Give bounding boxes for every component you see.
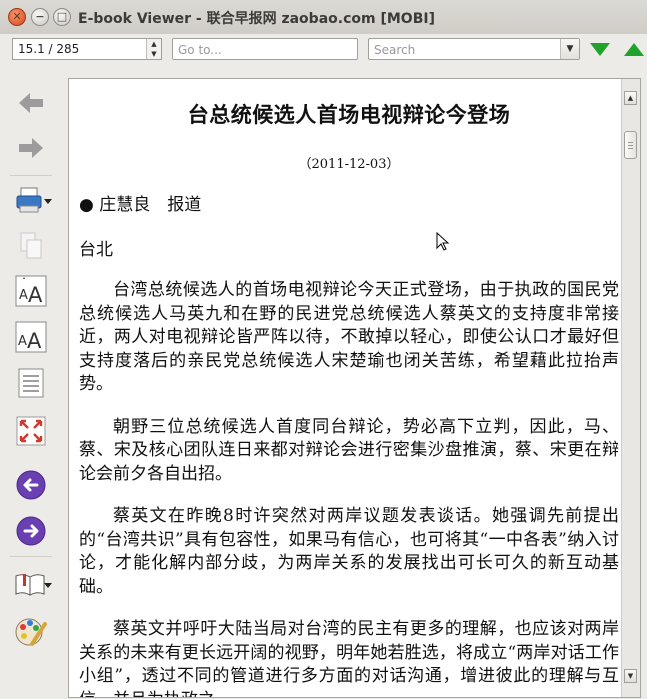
minimize-window-button[interactable]: −	[31, 8, 49, 26]
spin-down-button[interactable]: ▼	[147, 49, 161, 59]
window-title: E-book Viewer - 联合早报网 zaobao.com [MOBI]	[78, 11, 435, 27]
copy-icon	[20, 232, 42, 259]
article-paragraph: 台湾总统候选人的首场电视辩论今天正式登场，由于执政的国民党总统候选人马英九和在野…	[79, 280, 619, 394]
article-byline: ● 庄慧良 报道	[79, 195, 202, 215]
maximize-icon: □	[56, 10, 68, 23]
position-spinbox[interactable]: 15.1 / 285 ▲ ▼	[12, 38, 162, 60]
forward-button[interactable]	[10, 129, 52, 167]
spinbox-arrows: ▲ ▼	[146, 39, 161, 59]
toc-icon	[18, 368, 44, 398]
sidebar-separator	[10, 175, 52, 176]
search-dropdown-button[interactable]: ▼	[560, 39, 579, 59]
close-icon: ✕	[12, 10, 22, 23]
book-page: 台总统候选人首场电视辩论今登场 （2011-12-03） ● 庄慧良 报道 台北…	[79, 89, 619, 697]
copy-button[interactable]	[10, 227, 52, 265]
font-smaller-icon: A A	[15, 321, 47, 353]
find-previous-icon[interactable]	[624, 43, 644, 56]
svg-text:A: A	[28, 283, 43, 307]
font-larger-icon: A A	[15, 275, 47, 307]
preferences-button[interactable]	[10, 612, 52, 650]
back-icon	[19, 93, 43, 113]
previous-page-icon	[16, 470, 46, 500]
next-page-icon	[16, 516, 46, 546]
goto-input[interactable]	[173, 40, 339, 60]
next-page-button[interactable]	[10, 512, 52, 550]
svg-text:A: A	[27, 329, 42, 353]
scrollbar-thumb[interactable]	[624, 131, 637, 159]
search-input[interactable]	[369, 40, 558, 60]
font-smaller-button[interactable]: A A	[10, 318, 52, 356]
goto-field[interactable]	[172, 38, 358, 60]
article-dateline: 台北	[79, 240, 113, 260]
previous-page-button[interactable]	[10, 466, 52, 504]
article-title: 台总统候选人首场电视辩论今登场	[187, 102, 511, 127]
book-viewer[interactable]: 台总统候选人首场电视辩论今登场 （2011-12-03） ● 庄慧良 报道 台北…	[68, 78, 641, 698]
article-paragraph: 朝野三位总统候选人首度同台辩论，势必高下立判，因此，马、蔡、宋及核心团队连日来都…	[79, 416, 619, 484]
svg-text:A: A	[19, 288, 28, 303]
preferences-icon	[15, 618, 47, 646]
bookmarks-dropdown-caret[interactable]	[44, 583, 52, 588]
table-of-contents-button[interactable]	[10, 364, 52, 402]
scroll-up-button[interactable]: ▲	[624, 91, 637, 105]
title-bar: ✕ − □ E-book Viewer - 联合早报网 zaobao.com […	[0, 0, 647, 35]
position-value[interactable]: 15.1 / 285	[18, 42, 79, 56]
article-paragraph: 蔡英文在昨晚8时许突然对两岸议题发表谈话。她强调先前提出的“台湾共识”具有包容性…	[79, 506, 619, 597]
maximize-window-button[interactable]: □	[53, 8, 71, 26]
forward-icon	[19, 138, 43, 158]
top-toolbar: 15.1 / 285 ▲ ▼ ▼	[0, 34, 647, 66]
bookmarks-button[interactable]	[10, 566, 52, 604]
back-button[interactable]	[10, 84, 52, 122]
scroll-down-button[interactable]: ▼	[624, 669, 637, 683]
print-dropdown-caret[interactable]	[44, 199, 52, 204]
spin-up-button[interactable]: ▲	[147, 39, 161, 49]
minimize-icon: −	[35, 10, 45, 23]
close-window-button[interactable]: ✕	[8, 8, 26, 26]
article-paragraph: 蔡英文并呼吁大陆当局对台湾的民主有更多的理解，也应该对两岸关系的未来有更长远开阔…	[79, 619, 619, 697]
sidebar-separator	[10, 556, 52, 557]
fullscreen-icon	[16, 416, 46, 446]
font-larger-button[interactable]: A A	[10, 272, 52, 310]
article-date: （2011-12-03）	[298, 157, 400, 172]
mouse-pointer-icon	[436, 232, 450, 251]
search-field[interactable]: ▼	[368, 38, 580, 60]
sidebar-toolbar: A A A A	[0, 72, 60, 699]
vertical-scrollbar[interactable]: ▲ ▼	[621, 79, 640, 697]
print-icon	[16, 187, 42, 213]
print-button[interactable]	[10, 182, 52, 220]
fullscreen-button[interactable]	[10, 412, 52, 450]
find-next-icon[interactable]	[590, 43, 610, 56]
bookmarks-icon	[15, 574, 45, 596]
svg-text:A: A	[18, 334, 27, 349]
